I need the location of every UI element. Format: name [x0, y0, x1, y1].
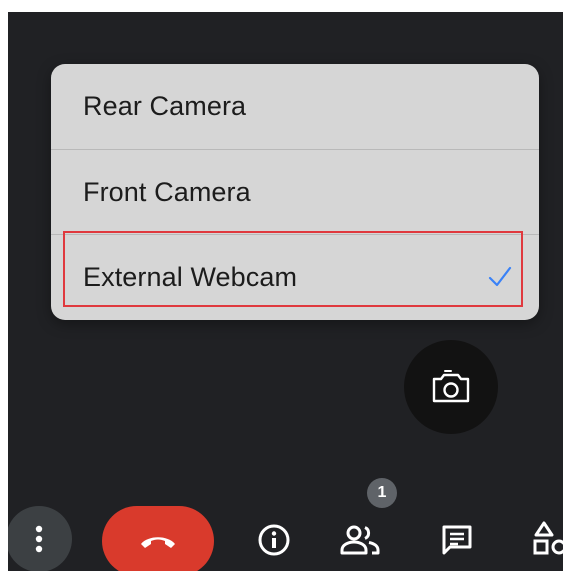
- more-options-button[interactable]: [8, 506, 72, 571]
- menu-item-rear-camera[interactable]: Rear Camera: [51, 64, 539, 149]
- call-end-icon: [141, 537, 175, 548]
- end-call-button[interactable]: [102, 506, 214, 571]
- switch-camera-icon: [432, 370, 470, 403]
- menu-item-label: Rear Camera: [83, 91, 247, 121]
- participant-count-badge: 1: [367, 478, 397, 508]
- people-button[interactable]: [336, 518, 384, 562]
- people-icon: [340, 525, 380, 555]
- switch-camera-button[interactable]: [404, 340, 498, 434]
- call-screen: Rear Camera Front Camera External Webcam: [8, 12, 563, 571]
- camera-source-menu: Rear Camera Front Camera External Webcam: [51, 64, 539, 320]
- more-vert-icon: [35, 525, 43, 553]
- chat-icon: [442, 525, 472, 555]
- checkmark-icon: [488, 266, 512, 287]
- menu-item-front-camera[interactable]: Front Camera: [51, 149, 539, 234]
- menu-item-external-webcam[interactable]: External Webcam: [51, 234, 539, 319]
- activities-button[interactable]: [530, 518, 563, 562]
- info-icon: [258, 524, 290, 556]
- info-button[interactable]: [252, 518, 296, 562]
- menu-item-label: Front Camera: [83, 176, 251, 207]
- chat-button[interactable]: [435, 518, 479, 562]
- activities-icon: [533, 521, 563, 555]
- menu-item-label: External Webcam: [83, 261, 298, 292]
